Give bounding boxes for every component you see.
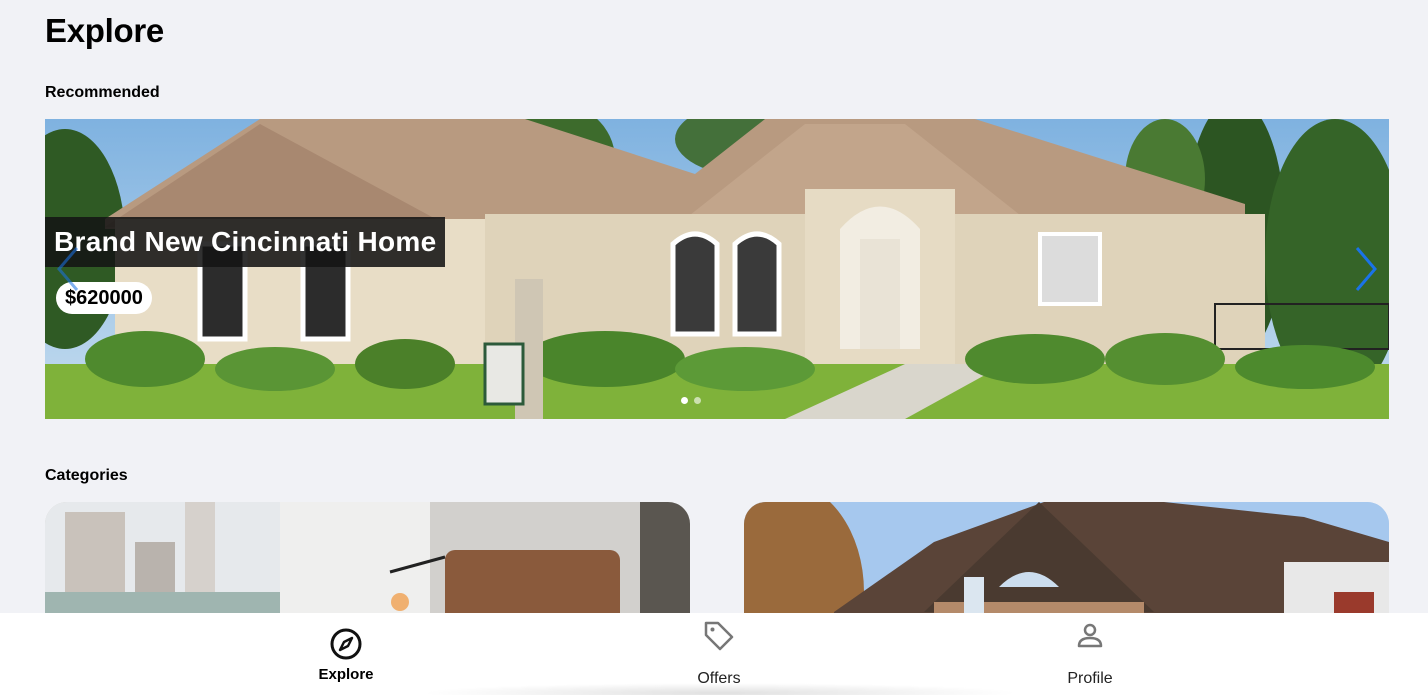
compass-icon xyxy=(330,628,362,660)
bottom-nav: Explore Offers Profile xyxy=(0,613,1428,695)
page-title: Explore xyxy=(45,12,164,49)
nav-label-offers: Offers xyxy=(697,670,741,687)
nav-item-offers[interactable]: Offers xyxy=(639,613,799,695)
nav-item-profile[interactable]: Profile xyxy=(1010,613,1170,695)
slide-title: Brand New Cincinnati Home xyxy=(45,217,446,267)
categories-heading: Categories xyxy=(45,467,128,484)
nav-item-explore[interactable]: Explore xyxy=(266,613,426,695)
pager-dot[interactable] xyxy=(694,397,701,404)
person-icon xyxy=(1077,623,1103,648)
recommended-carousel[interactable]: Brand New Cincinnati Home $620000 xyxy=(45,119,1389,419)
chevron-right-icon[interactable] xyxy=(1351,244,1381,294)
tag-icon xyxy=(704,621,734,651)
pager-dot[interactable] xyxy=(681,397,688,404)
nav-label-profile: Profile xyxy=(1067,670,1113,687)
carousel-pager[interactable] xyxy=(681,397,701,404)
chevron-left-icon[interactable] xyxy=(53,244,83,294)
house-photo xyxy=(45,119,1389,419)
nav-label-explore: Explore xyxy=(318,666,374,683)
recommended-heading: Recommended xyxy=(45,84,160,101)
explore-page: Explore Recommended Brand New Cincinnati… xyxy=(0,0,1428,695)
